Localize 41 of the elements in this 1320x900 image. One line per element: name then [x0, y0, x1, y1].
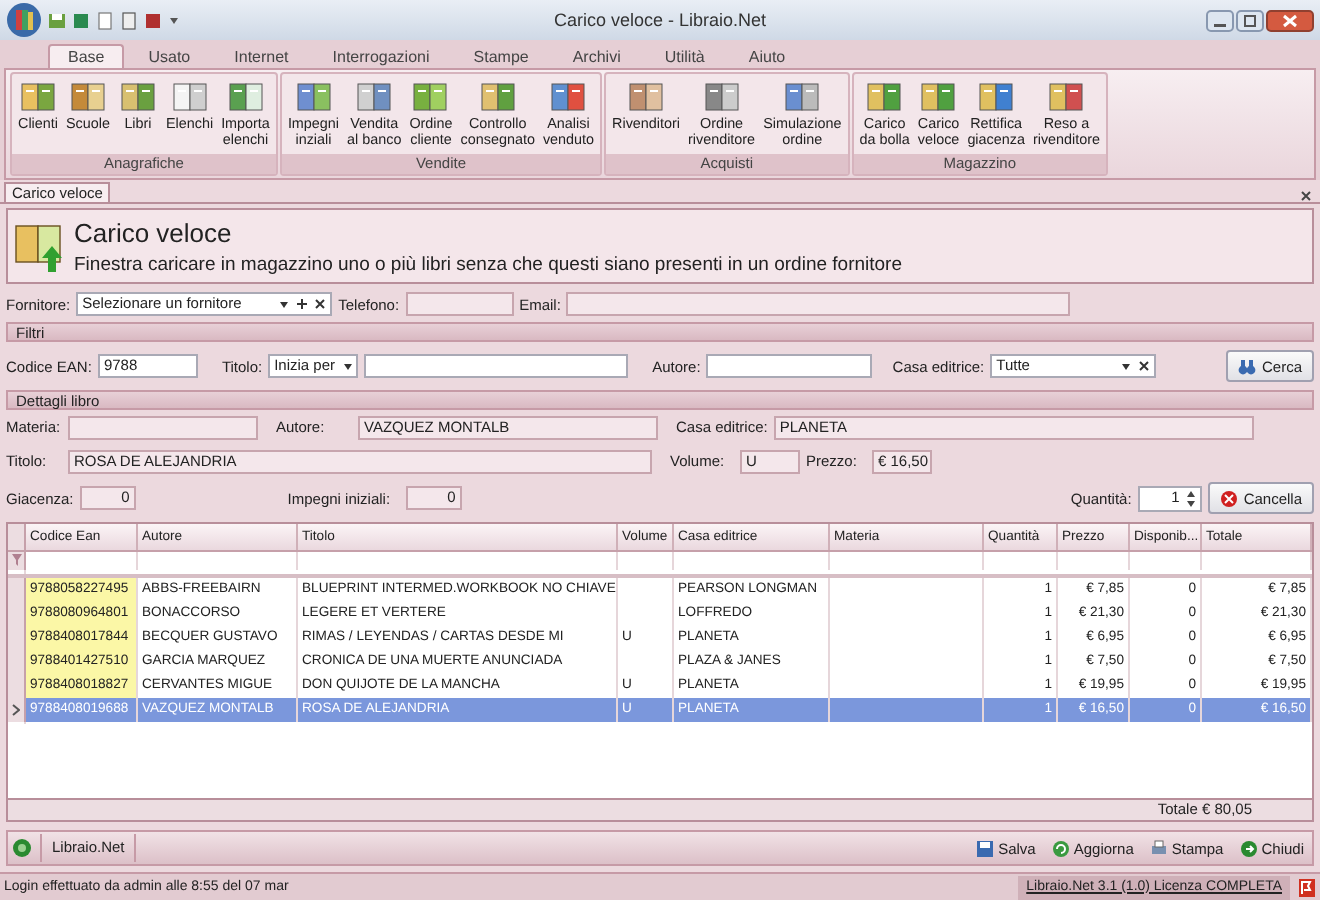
save-icon[interactable]: [48, 11, 66, 29]
clear-icon[interactable]: [1138, 360, 1151, 372]
refresh-icon: [1051, 839, 1070, 857]
add-icon[interactable]: [296, 298, 309, 310]
caret-icon[interactable]: [278, 298, 291, 310]
close-button[interactable]: [1266, 9, 1314, 31]
ribbon-tab[interactable]: Usato: [128, 44, 211, 68]
printer-icon: [1149, 839, 1168, 857]
ribbon-tab[interactable]: Stampe: [453, 44, 549, 68]
phone-field[interactable]: [405, 292, 514, 316]
caret-icon[interactable]: [168, 14, 180, 26]
ribbon-tab[interactable]: Archivi: [552, 44, 641, 68]
help-icon[interactable]: [12, 838, 32, 858]
page-title: Carico veloce: [74, 217, 234, 247]
ribbon-tab[interactable]: Internet: [214, 44, 309, 68]
spin-arrows-icon[interactable]: [1185, 489, 1196, 507]
binoculars-icon: [1237, 357, 1256, 375]
row-pointer-icon: [12, 703, 20, 716]
minimize-button[interactable]: [1206, 9, 1234, 31]
author-field[interactable]: [706, 354, 873, 378]
ribbon-tab[interactable]: Aiuto: [728, 44, 806, 68]
title-field[interactable]: [364, 354, 629, 378]
ribbon-tab[interactable]: Base: [48, 44, 125, 68]
ribbon-tab[interactable]: Utilità: [644, 44, 725, 68]
page-description: Finestra caricare in magazzino uno o più libri senza che questi siano presenti in un ordine fornitore: [74, 253, 903, 275]
save-icon: [976, 839, 995, 857]
maximize-button[interactable]: [1236, 9, 1264, 31]
email-field[interactable]: [566, 292, 1071, 316]
exit-icon: [1239, 839, 1258, 857]
caret-icon[interactable]: [341, 360, 354, 372]
clear-icon[interactable]: [314, 298, 327, 310]
text-field[interactable]: [68, 415, 258, 439]
caret-icon[interactable]: [1120, 360, 1133, 372]
cancel-icon: [1219, 489, 1238, 507]
row-header[interactable]: [8, 698, 26, 721]
filter-icon[interactable]: [11, 554, 21, 567]
close-icon[interactable]: [1300, 190, 1312, 202]
ribbon-tab[interactable]: Interrogazioni: [312, 44, 450, 68]
flag-icon[interactable]: [1298, 877, 1316, 897]
window-title: Carico veloce - Libraio.Net: [553, 10, 767, 30]
app-logo-icon: [6, 2, 42, 38]
